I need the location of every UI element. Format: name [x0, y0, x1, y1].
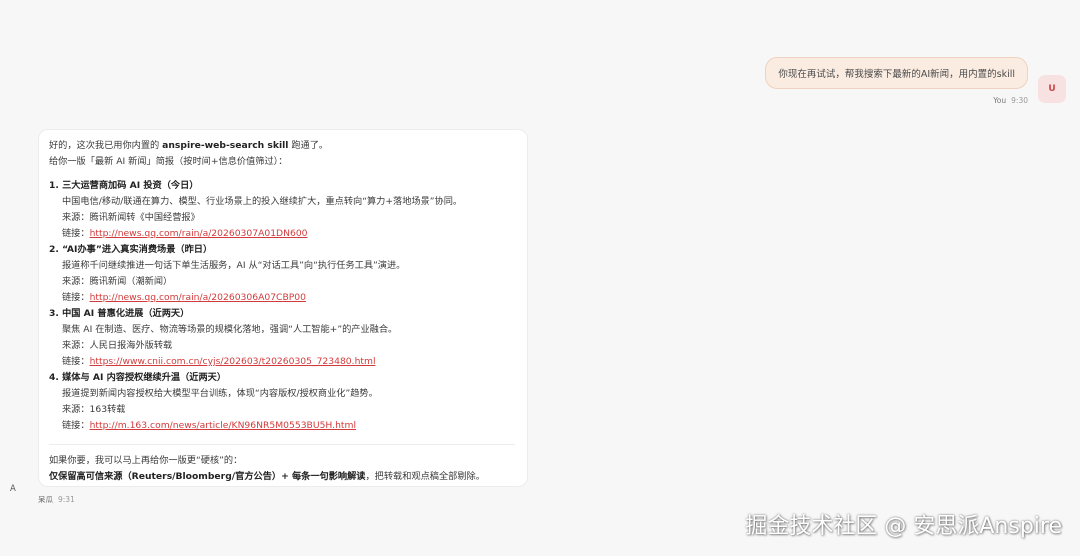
news-item-link-row: 链接：http://m.163.com/news/article/KN96NR5…: [62, 420, 357, 431]
assistant-message-bubble: 好的，这次我已用你内置的 anspire-web-search skill 跑通…: [38, 129, 528, 487]
intro-line-2: 给你一版「最新 AI 新闻」简报（按时间+信息价值筛过）：: [49, 156, 288, 167]
news-item-source: 来源：人民日报海外版转载: [62, 340, 173, 351]
user-sender-name: You: [993, 96, 1007, 105]
news-item-link[interactable]: https://www.cnii.com.cn/cyjs/202603/t202…: [90, 356, 376, 367]
assistant-avatar[interactable]: A: [10, 484, 16, 494]
divider: [49, 444, 515, 445]
news-item-source: 来源：163转载: [62, 404, 126, 415]
news-item: 2. “AI办事”进入真实消费场景（昨日） 报道称千问继续推进一句话下单生活服务…: [49, 242, 515, 306]
watermark: 掘金技术社区 @ 安思派Anspire: [745, 514, 1062, 539]
outro-line-2: 仅保留高可信来源（Reuters/Bloomberg/官方公告）+ 每条一句影响…: [49, 471, 485, 482]
news-item-title: 3. 中国 AI 普惠化进展（近两天）: [49, 308, 190, 319]
news-item-source: 来源：腾讯新闻转《中国经营报》: [62, 212, 200, 223]
news-item-source: 来源：腾讯新闻（潮新闻）: [62, 276, 173, 287]
outro-bold: 仅保留高可信来源（Reuters/Bloomberg/官方公告）+ 每条一句影响…: [49, 471, 366, 482]
assistant-message-time: 9:31: [58, 495, 75, 504]
user-avatar[interactable]: U: [1038, 75, 1066, 103]
user-message-bubble: 你现在再试试，帮我搜索下最新的AI新闻，用内置的skill: [765, 57, 1028, 89]
user-avatar-letter: U: [1048, 84, 1056, 94]
news-item-link-row: 链接：http://news.qq.com/rain/a/20260306A07…: [62, 292, 306, 303]
intro-line-1: 好的，这次我已用你内置的 anspire-web-search skill 跑通…: [49, 140, 329, 151]
user-message-text: 你现在再试试，帮我搜索下最新的AI新闻，用内置的skill: [778, 69, 1015, 80]
skill-name: anspire-web-search skill: [162, 140, 289, 151]
news-item-title: 2. “AI办事”进入真实消费场景（昨日）: [49, 244, 213, 255]
chat-window: 你现在再试试，帮我搜索下最新的AI新闻，用内置的skill U You 9:30 …: [0, 0, 1080, 556]
news-item: 1. 三大运营商加码 AI 投资（今日） 中国电信/移动/联通在算力、模型、行业…: [49, 178, 515, 242]
news-item-summary: 中国电信/移动/联通在算力、模型、行业场景上的投入继续扩大，重点转向“算力+落地…: [62, 196, 463, 207]
news-item-link[interactable]: http://m.163.com/news/article/KN96NR5M05…: [90, 420, 356, 431]
news-item-summary: 报道提到新闻内容授权给大模型平台训练，体现“内容版权/授权商业化”趋势。: [62, 388, 378, 399]
assistant-sender-name: 呆瓜: [38, 495, 53, 504]
news-item-summary: 报道称千问继续推进一句话下单生活服务，AI 从“对话工具”向“执行任务工具”演进…: [62, 260, 406, 271]
news-item-summary: 聚焦 AI 在制造、医疗、物流等场景的规模化落地，强调“人工智能+”的产业融合。: [62, 324, 398, 335]
news-item-link[interactable]: http://news.qq.com/rain/a/20260307A01DN6…: [90, 228, 308, 239]
assistant-avatar-letter: A: [10, 484, 16, 494]
news-item-title: 4. 媒体与 AI 内容授权继续升温（近两天）: [49, 372, 227, 383]
news-item-title: 1. 三大运营商加码 AI 投资（今日）: [49, 180, 199, 191]
news-item: 4. 媒体与 AI 内容授权继续升温（近两天） 报道提到新闻内容授权给大模型平台…: [49, 370, 515, 434]
news-item-link-row: 链接：http://news.qq.com/rain/a/20260307A01…: [62, 228, 308, 239]
news-item-link-row: 链接：https://www.cnii.com.cn/cyjs/202603/t…: [62, 356, 376, 367]
user-message-time: 9:30: [1011, 96, 1028, 105]
news-item: 3. 中国 AI 普惠化进展（近两天） 聚焦 AI 在制造、医疗、物流等场景的规…: [49, 306, 515, 370]
outro-line-1: 如果你要，我可以马上再给你一版更“硬核”的：: [49, 455, 243, 466]
news-item-link[interactable]: http://news.qq.com/rain/a/20260306A07CBP…: [90, 292, 306, 303]
user-message-meta: You 9:30: [993, 96, 1028, 105]
assistant-message-meta: 呆瓜 9:31: [38, 494, 75, 505]
